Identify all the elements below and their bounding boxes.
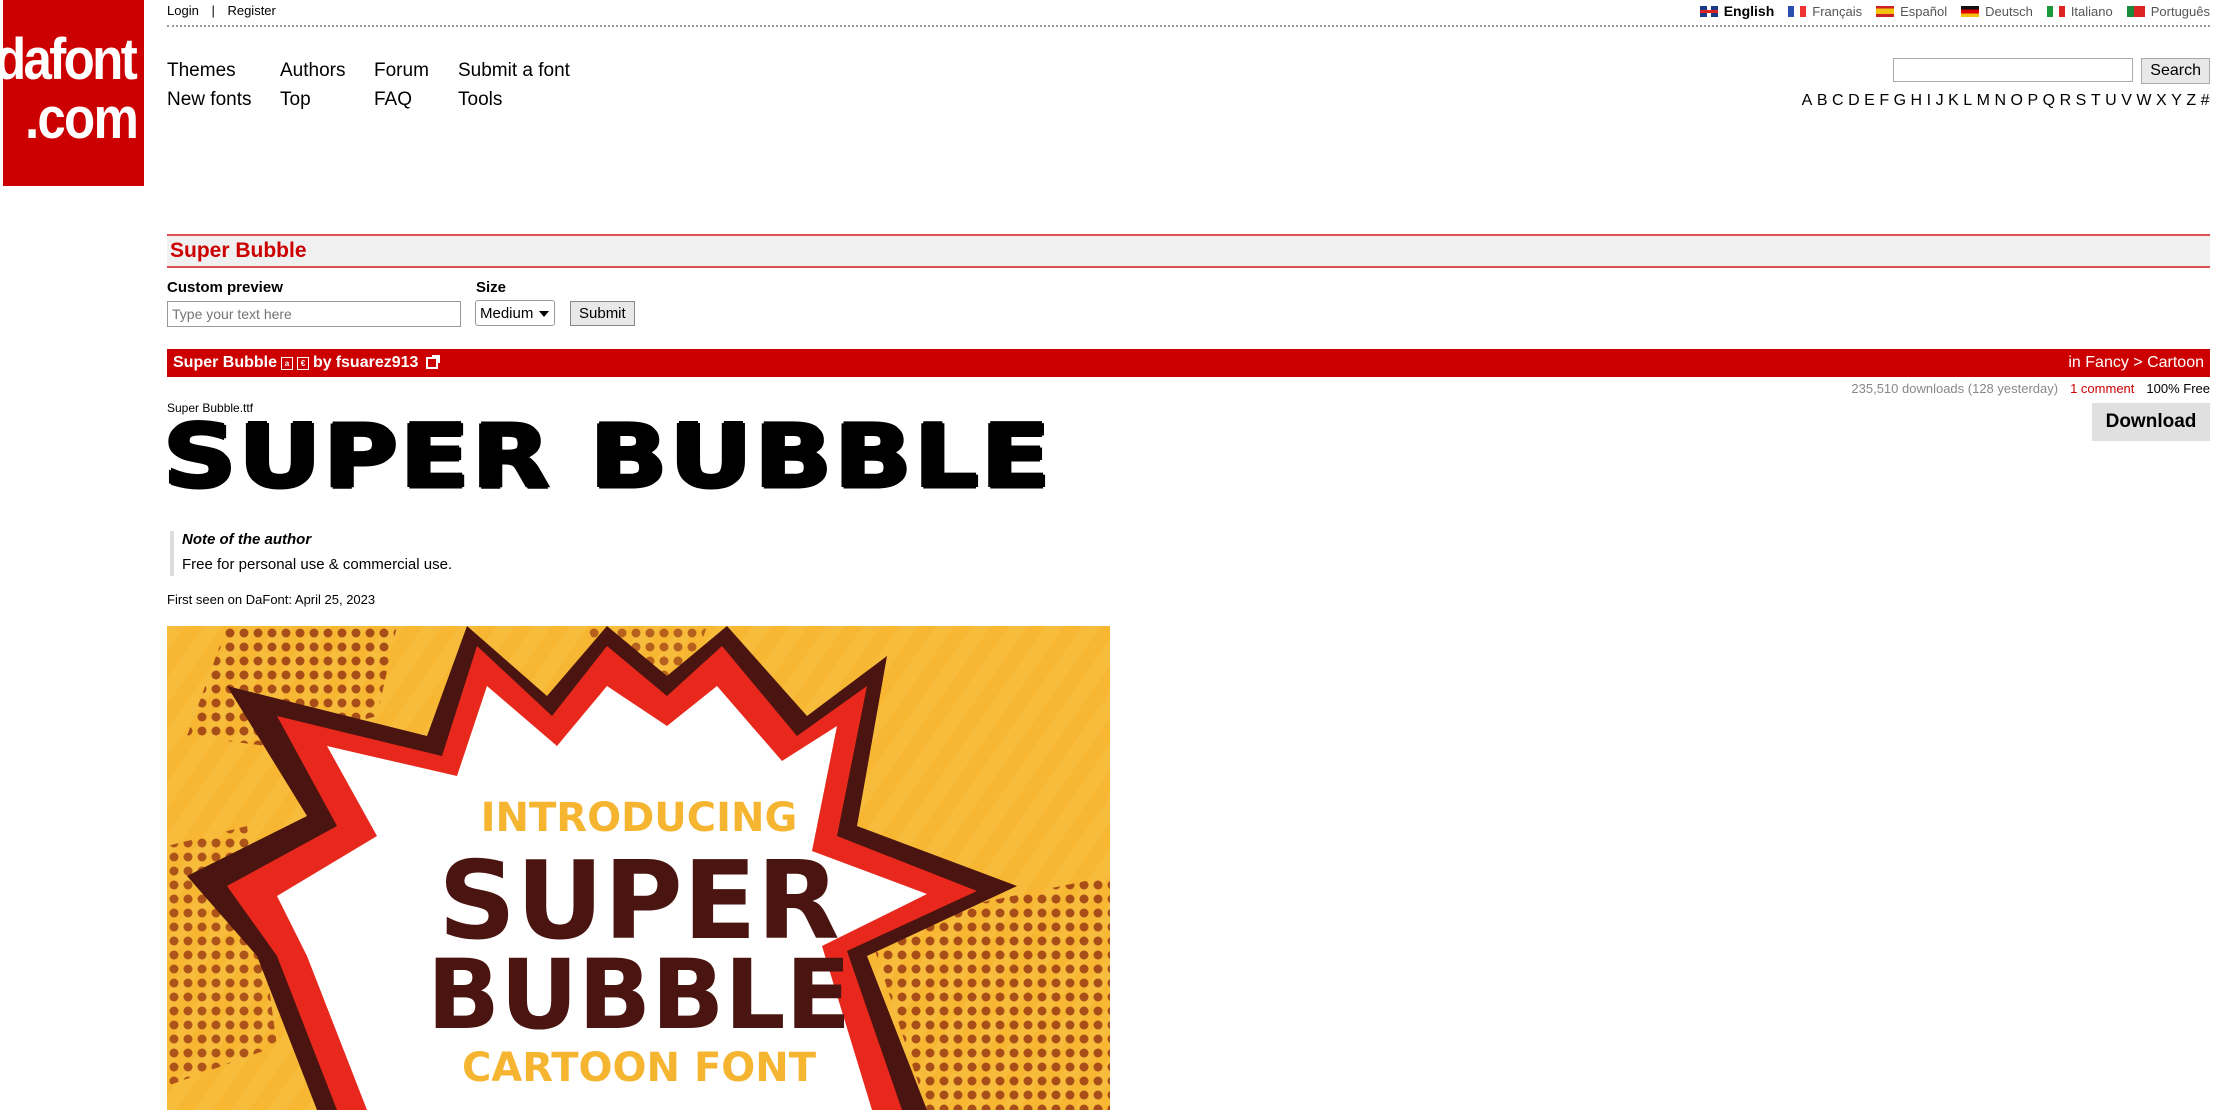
nav-submit-font[interactable]: Submit a font xyxy=(458,60,598,89)
alpha-link[interactable]: C xyxy=(1832,92,1844,110)
france-flag-icon xyxy=(1788,5,1807,17)
preview-submit-button[interactable]: Submit xyxy=(570,301,635,326)
alpha-link[interactable]: D xyxy=(1848,92,1860,110)
chevron-down-icon xyxy=(539,311,549,317)
alpha-link[interactable]: Y xyxy=(2171,92,2182,110)
nav-top[interactable]: Top xyxy=(280,89,374,118)
nav-forum[interactable]: Forum xyxy=(374,60,458,89)
alpha-link[interactable]: Q xyxy=(2043,92,2056,110)
alpha-link[interactable]: B xyxy=(1817,92,1828,110)
nav-themes[interactable]: Themes xyxy=(167,60,280,89)
germany-flag-icon xyxy=(1961,5,1980,17)
search-button[interactable]: Search xyxy=(2141,58,2210,84)
logo-line1: dafont xyxy=(3,27,138,92)
size-label: Size xyxy=(476,279,507,296)
auth-separator: | xyxy=(211,3,215,18)
alpha-link[interactable]: Z xyxy=(2186,92,2196,110)
font-preview-text: SUPER BUBBLE xyxy=(163,406,1053,509)
lang-francais[interactable]: Français xyxy=(1788,3,1862,19)
alpha-link[interactable]: W xyxy=(2136,92,2152,110)
nav-tools[interactable]: Tools xyxy=(458,89,598,118)
font-characters-icon: € xyxy=(297,356,310,370)
art-line3: BUBBLE xyxy=(427,939,851,1051)
alpha-link[interactable]: L xyxy=(1963,92,1972,110)
font-promo-image[interactable]: INTRODUCING SUPER BUBBLE CARTOON FONT xyxy=(167,626,1110,1110)
lang-english[interactable]: English xyxy=(1699,3,1774,19)
nav-authors[interactable]: Authors xyxy=(280,60,374,89)
alpha-link[interactable]: T xyxy=(2091,92,2101,110)
author-note-title: Note of the author xyxy=(182,531,312,548)
art-line4: CARTOON FONT xyxy=(462,1045,817,1091)
download-count: 235,510 downloads (128 yesterday) xyxy=(1851,381,2059,396)
logo-line2: .com xyxy=(25,86,139,151)
alpha-link[interactable]: A xyxy=(1802,92,1813,110)
alpha-link[interactable]: # xyxy=(2201,92,2210,110)
language-selector: English Français Español Deutsch Italian… xyxy=(1699,3,2210,19)
nav-faq[interactable]: FAQ xyxy=(374,89,458,118)
alpha-link[interactable]: M xyxy=(1977,92,1991,110)
external-link-icon[interactable] xyxy=(426,355,441,369)
font-header-left: Super Bubble a € by fsuarez913 xyxy=(173,354,441,372)
page-title-bar: Super Bubble xyxy=(167,234,2210,268)
uk-flag-icon xyxy=(1699,5,1718,17)
search-input[interactable] xyxy=(1893,58,2134,82)
alpha-link[interactable]: K xyxy=(1948,92,1959,110)
promo-artwork: INTRODUCING SUPER BUBBLE CARTOON FONT xyxy=(167,626,1110,1110)
alpha-link[interactable]: U xyxy=(2105,92,2117,110)
alpha-link[interactable]: H xyxy=(1911,92,1923,110)
art-line1: INTRODUCING xyxy=(481,795,798,841)
first-seen-date: First seen on DaFont: April 25, 2023 xyxy=(167,592,376,607)
alpha-link[interactable]: P xyxy=(2027,92,2038,110)
nav-new-fonts[interactable]: New fonts xyxy=(167,89,280,118)
download-button[interactable]: Download xyxy=(2092,403,2210,441)
font-info-icon: a xyxy=(281,356,294,370)
alpha-link[interactable]: R xyxy=(2060,92,2072,110)
auth-links: Login | Register xyxy=(167,3,276,18)
author-note: Note of the author Free for personal use… xyxy=(170,531,452,576)
license-label: 100% Free xyxy=(2146,381,2210,396)
main-nav: Themes Authors Forum Submit a font New f… xyxy=(167,60,598,118)
custom-preview-label: Custom preview xyxy=(167,279,283,296)
size-select[interactable]: Medium xyxy=(475,300,555,326)
alpha-link[interactable]: I xyxy=(1927,92,1932,110)
author-link[interactable]: fsuarez913 xyxy=(336,354,419,372)
font-name-link[interactable]: Super Bubble xyxy=(173,354,277,372)
italy-flag-icon xyxy=(2046,5,2065,17)
category-link[interactable]: in Fancy > Cartoon xyxy=(2068,354,2204,372)
alpha-link[interactable]: V xyxy=(2121,92,2132,110)
alpha-link[interactable]: F xyxy=(1879,92,1889,110)
alpha-link[interactable]: N xyxy=(1994,92,2006,110)
by-label: by xyxy=(313,354,332,371)
comments-link[interactable]: 1 comment xyxy=(2070,381,2134,396)
alpha-link[interactable]: X xyxy=(2156,92,2167,110)
lang-italiano[interactable]: Italiano xyxy=(2046,3,2113,19)
dafont-logo[interactable]: dafont .com xyxy=(3,0,144,186)
alphabet-nav: A B C D E F G H I J K L M N O P Q R S T U V W X Y Z # xyxy=(1802,92,2210,110)
page-title: Super Bubble xyxy=(170,239,307,262)
alpha-link[interactable]: E xyxy=(1864,92,1875,110)
login-link[interactable]: Login xyxy=(167,3,199,18)
font-header-bar: Super Bubble a € by fsuarez913 in Fancy … xyxy=(167,349,2210,377)
lang-espanol[interactable]: Español xyxy=(1876,3,1947,19)
dotted-divider xyxy=(167,25,2210,27)
register-link[interactable]: Register xyxy=(227,3,275,18)
top-bar: Login | Register English Français Españo… xyxy=(167,3,2210,23)
alpha-link[interactable]: G xyxy=(1894,92,1907,110)
lang-deutsch[interactable]: Deutsch xyxy=(1961,3,2033,19)
author-note-body: Free for personal use & commercial use. xyxy=(182,556,453,573)
font-stats: 235,510 downloads (128 yesterday) 1 comm… xyxy=(1851,381,2210,396)
alpha-link[interactable]: J xyxy=(1936,92,1945,110)
portugal-flag-icon xyxy=(2126,5,2145,17)
alpha-link[interactable]: S xyxy=(2076,92,2087,110)
lang-portugues[interactable]: Português xyxy=(2126,3,2210,19)
search-form: Search xyxy=(1893,58,2210,84)
size-selected-value: Medium xyxy=(480,304,534,322)
alpha-link[interactable]: O xyxy=(2011,92,2024,110)
custom-preview-input[interactable] xyxy=(167,301,461,327)
spain-flag-icon xyxy=(1876,5,1895,17)
